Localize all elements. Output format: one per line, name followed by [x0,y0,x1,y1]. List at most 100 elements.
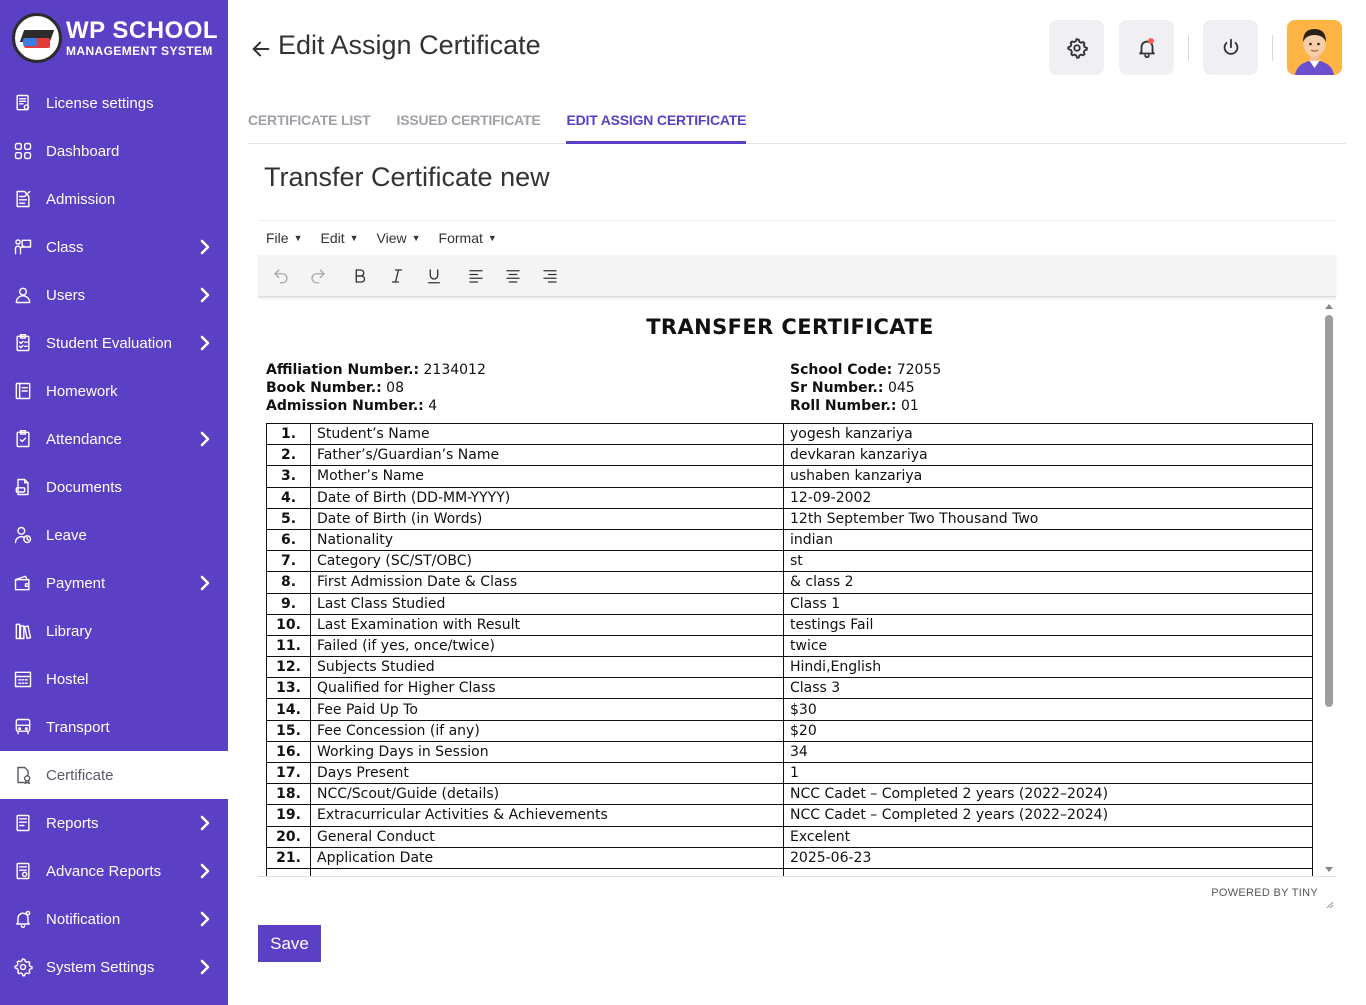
sidebar-item-student-evaluation[interactable]: Student Evaluation [0,319,228,367]
table-row: 18. NCC/Scout/Guide (details) NCC Cadet – … [266,783,1313,806]
align-right-icon [543,269,557,283]
cell-num: 3. [266,465,311,488]
meta-line: School Code: 72055 [790,361,1314,379]
back-arrow-icon[interactable] [250,36,274,60]
sidebar-item-users[interactable]: Users [0,271,228,319]
topbar: Edit Assign Certificate [228,0,1366,94]
tab-edit-assign-certificate[interactable]: EDIT ASSIGN CERTIFICATE [566,100,746,144]
bold-button[interactable] [345,261,375,291]
sidebar-item-certificate[interactable]: Certificate [0,751,228,799]
caret-down-icon: ▼ [487,233,497,243]
sidebar-item-reports[interactable]: Reports [0,799,228,847]
scrollbar-thumb[interactable] [1325,315,1333,707]
sidebar-item-label: Leave [46,526,87,544]
meta-line: Roll Number.: 01 [790,397,1314,415]
cell-value: 12-09-2002 [783,486,1313,509]
cell-value [783,867,1313,876]
editor-content[interactable]: TRANSFER CERTIFICATE Affiliation Number.… [258,299,1336,877]
table-row: 21. Application Date 2025-06-23 [266,846,1313,869]
sidebar-item-leave[interactable]: Leave [0,511,228,559]
chevron-right-icon [198,238,212,256]
sidebar-item-label: Certificate [46,766,114,784]
license-icon [12,92,34,114]
sidebar-item-label: Payment [46,574,106,592]
avatar[interactable] [1287,20,1342,75]
menu-format[interactable]: Format ▼ [439,230,497,246]
undo-button[interactable] [266,261,296,291]
save-button[interactable]: Save [258,925,321,962]
sidebar-item-dashboard[interactable]: Dashboard [0,127,228,175]
evaluation-icon [12,332,34,354]
undo-icon [274,268,288,283]
dashboard-icon [12,140,34,162]
align-right-button[interactable] [535,261,565,291]
settings-icon [12,956,34,978]
table-row: 13. Qualified for Higher Class Class 3 [266,677,1313,700]
redo-icon [311,268,325,283]
sidebar-item-system-settings[interactable]: System Settings [0,943,228,991]
notifications-button[interactable] [1119,20,1174,75]
cell-num: 5. [266,507,311,530]
scroll-up-arrow-icon[interactable] [1325,304,1333,309]
library-icon [12,620,34,642]
settings-button[interactable] [1049,20,1104,75]
cell-field: Date of Birth (in Words) [310,507,784,530]
sidebar-item-license-settings[interactable]: License settings [0,79,228,127]
table-row: 10. Last Examination with Result testings … [266,613,1313,636]
menu-view[interactable]: View ▼ [377,230,421,246]
menu-file[interactable]: File ▼ [266,230,302,246]
documents-icon [12,476,34,498]
menu-label: Format [438,230,483,246]
class-icon [12,236,34,258]
meta-right: School Code: 72055 Sr Number.: 045 Roll Nu… [790,361,1314,415]
sidebar-item-class[interactable]: Class [0,223,228,271]
underline-button[interactable] [419,261,449,291]
brand[interactable]: WP SCHOOL MANAGEMENT SYSTEM [0,0,228,76]
top-actions [1049,20,1342,75]
cell-num: 2. [266,444,311,467]
sidebar-item-transport[interactable]: Transport [0,703,228,751]
power-icon [1223,38,1238,55]
tab-issued-certificate[interactable]: ISSUED CERTIFICATE [397,100,541,144]
align-left-button[interactable] [461,261,491,291]
powered-by-link[interactable]: POWERED BY TINY [1211,887,1318,899]
cell-value: Excelent [783,825,1313,848]
resize-grip-icon[interactable] [1324,899,1334,909]
editor-toolbar [258,255,1336,297]
page-title: Edit Assign Certificate [250,30,541,61]
redo-button[interactable] [303,261,333,291]
wallet-icon [12,572,34,594]
chevron-right-icon [198,862,212,880]
hostel-icon [12,668,34,690]
cell-num: 11. [266,634,311,658]
tab-certificate-list[interactable]: CERTIFICATE LIST [248,100,371,144]
scroll-down-arrow-icon[interactable] [1325,867,1333,872]
table-row: 3. Mother’s Name ushaben kanzariya [266,465,1313,488]
sidebar-item-hostel[interactable]: Hostel [0,655,228,703]
sidebar-item-attendance[interactable]: Attendance [0,415,228,463]
cell-value: devkaran kanzariya [783,444,1313,467]
sidebar-item-homework[interactable]: Homework [0,367,228,415]
cell-field: Qualified for Higher Class [310,677,784,700]
cell-field [310,867,784,876]
brand-subtitle: MANAGEMENT SYSTEM [66,44,213,58]
menu-edit[interactable]: Edit ▼ [320,230,358,246]
table-row: 6. Nationality indian [266,528,1313,552]
cell-num: 15. [266,719,311,742]
italic-button[interactable] [382,261,412,291]
chevron-right-icon [198,286,212,304]
sidebar-item-admission[interactable]: Admission [0,175,228,223]
logout-button[interactable] [1203,20,1258,75]
cell-value: Class 1 [783,592,1313,615]
cell-num: 10. [266,613,311,636]
editor-scrollbar[interactable] [1322,299,1336,876]
sidebar-item-library[interactable]: Library [0,607,228,655]
sidebar-item-documents[interactable]: Documents [0,463,228,511]
align-center-button[interactable] [498,261,528,291]
sidebar-item-payment[interactable]: Payment [0,559,228,607]
cell-field: Category (SC/ST/OBC) [310,550,784,573]
sidebar-item-notification[interactable]: Notification [0,895,228,943]
cell-num: 21. [266,846,311,869]
sidebar-item-advance-reports[interactable]: Advance Reports [0,847,228,895]
cell-num: 20. [266,825,311,848]
